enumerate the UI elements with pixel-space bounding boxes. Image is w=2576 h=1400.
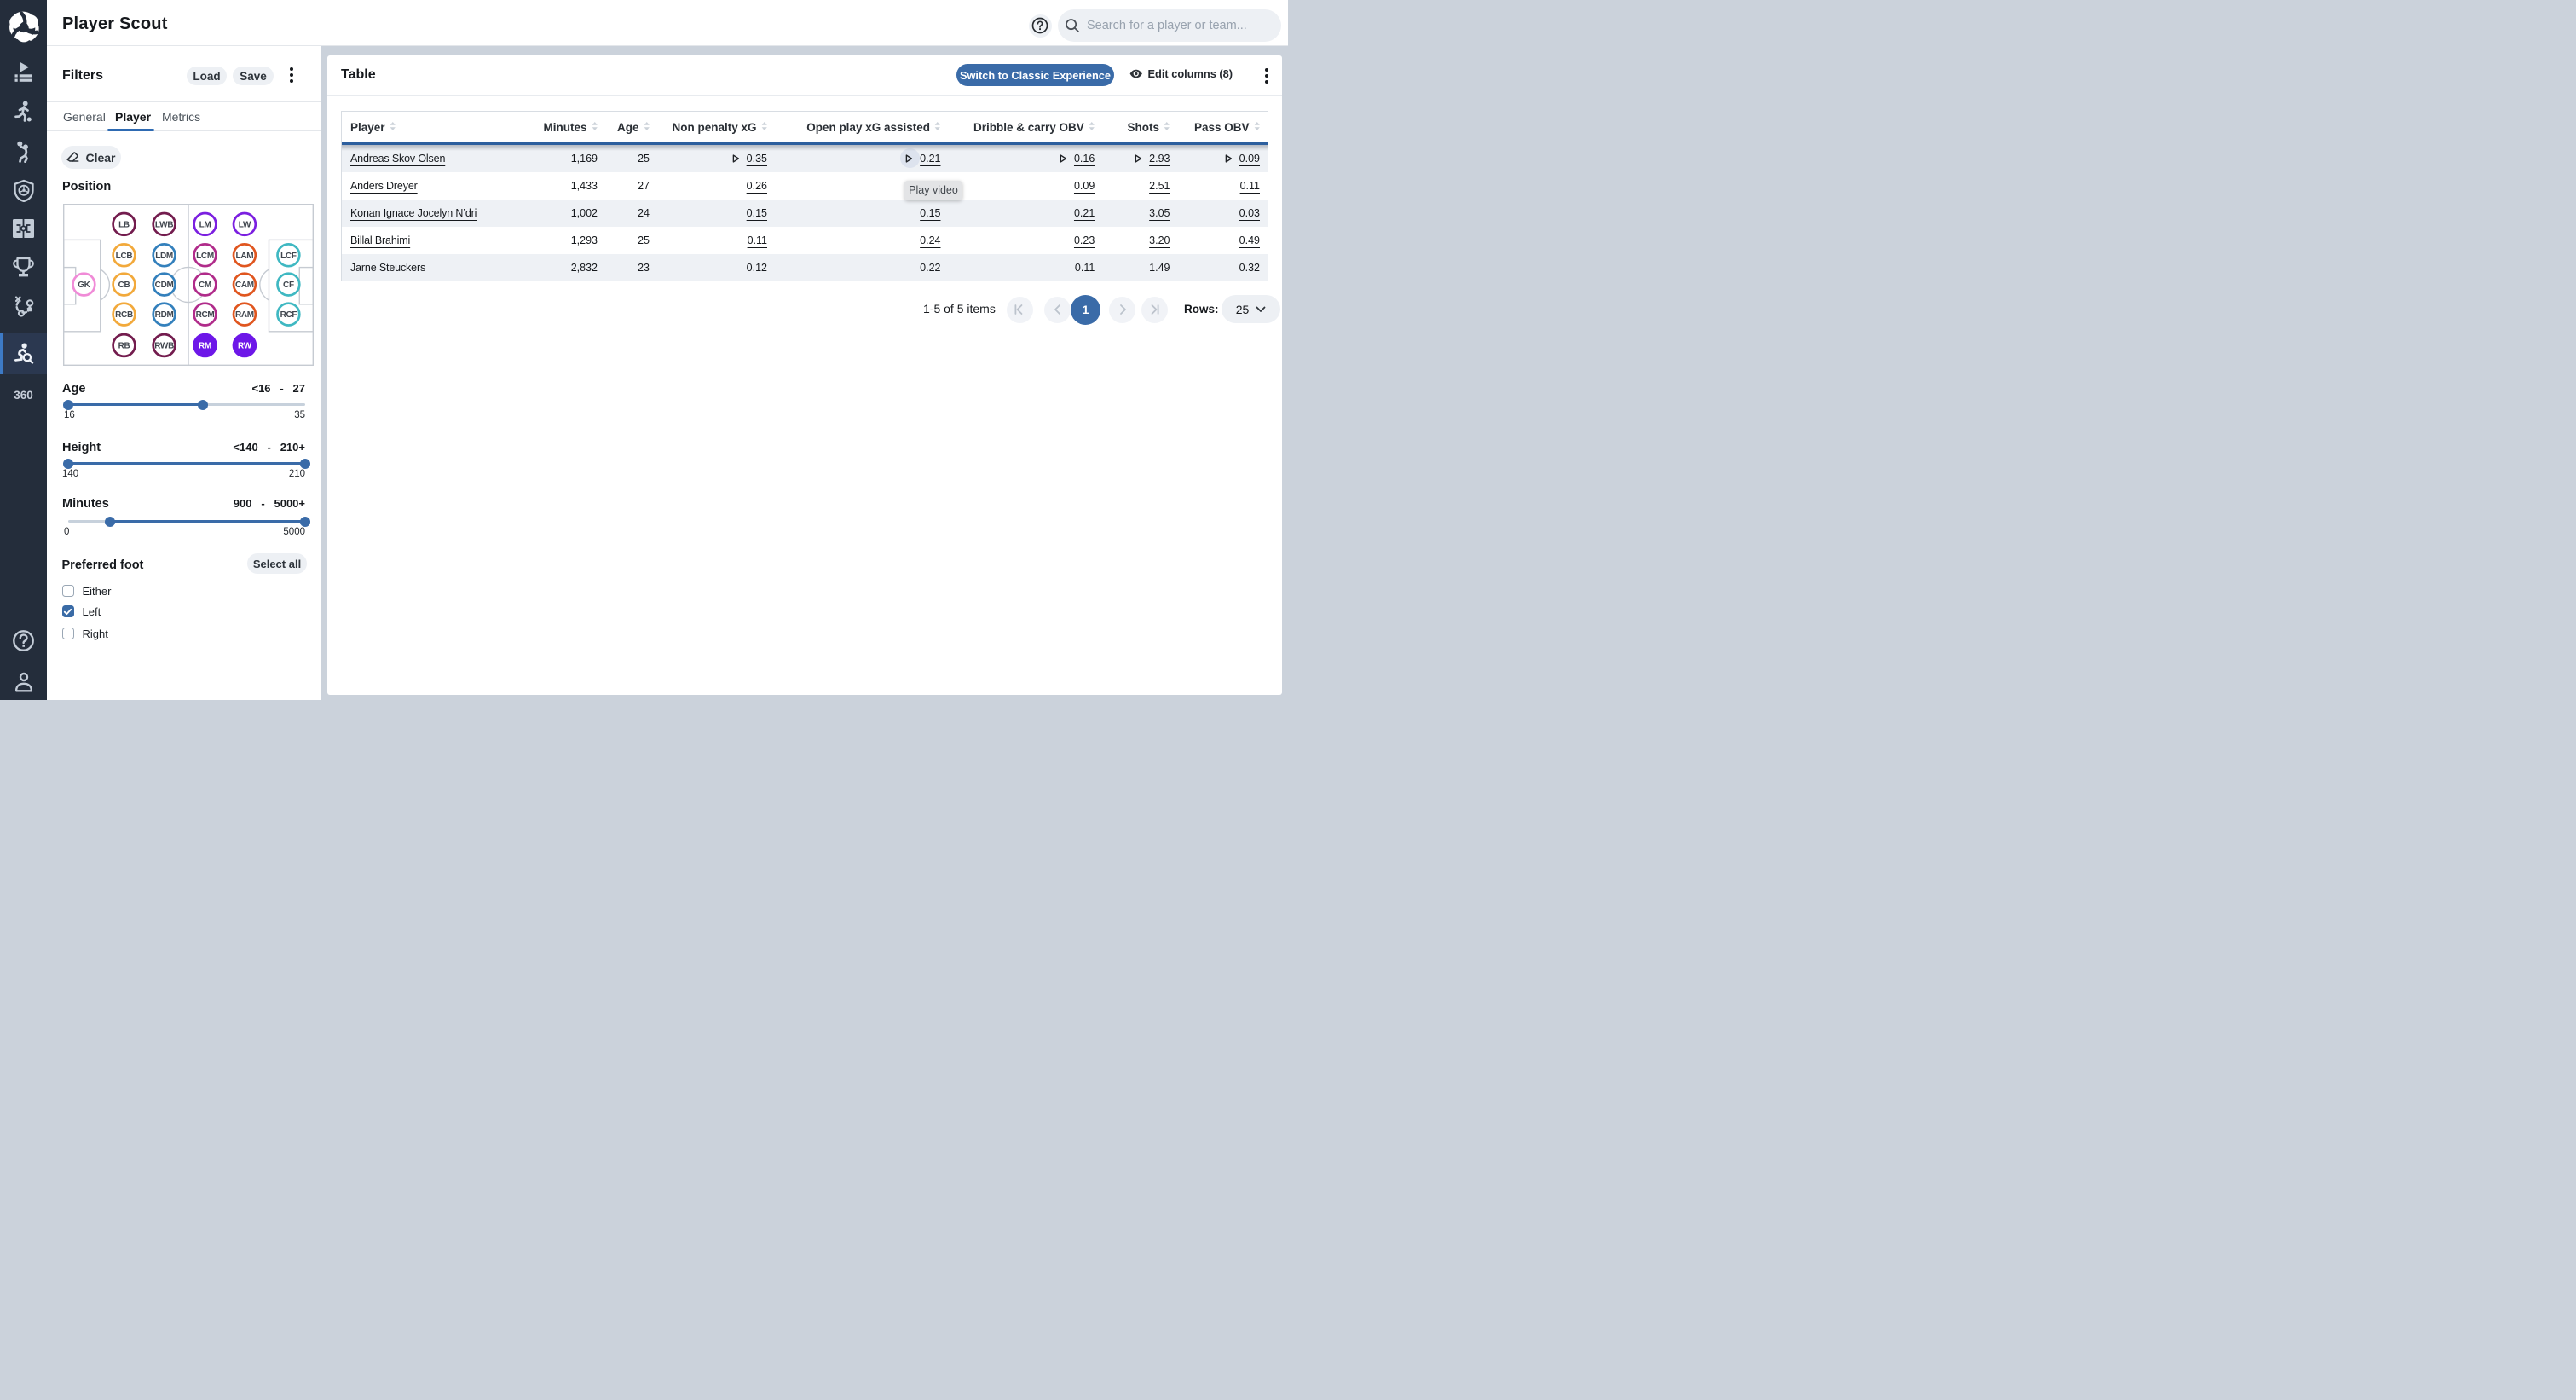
svg-text:RDM: RDM: [154, 310, 173, 320]
svg-text:GK: GK: [78, 281, 90, 290]
svg-text:CDM: CDM: [154, 281, 173, 290]
svg-text:RWB: RWB: [154, 342, 174, 351]
svg-text:CB: CB: [118, 281, 130, 290]
svg-text:RCF: RCF: [280, 310, 297, 320]
svg-text:LDM: LDM: [155, 252, 173, 261]
svg-text:LCF: LCF: [280, 252, 297, 261]
svg-text:LCM: LCM: [196, 252, 214, 261]
svg-text:LCB: LCB: [115, 252, 132, 261]
svg-text:LWB: LWB: [154, 221, 172, 230]
svg-text:LAM: LAM: [235, 252, 253, 261]
svg-text:RAM: RAM: [234, 310, 253, 320]
svg-text:LB: LB: [118, 221, 130, 230]
svg-text:LM: LM: [199, 221, 211, 230]
svg-text:RB: RB: [118, 342, 130, 351]
svg-text:CAM: CAM: [234, 281, 253, 290]
svg-text:RCM: RCM: [195, 310, 214, 320]
svg-text:RM: RM: [199, 342, 211, 351]
svg-text:RW: RW: [237, 342, 251, 351]
svg-text:CF: CF: [283, 281, 294, 290]
svg-text:LW: LW: [238, 221, 251, 230]
svg-text:RCB: RCB: [115, 310, 133, 320]
svg-text:CM: CM: [199, 281, 211, 290]
